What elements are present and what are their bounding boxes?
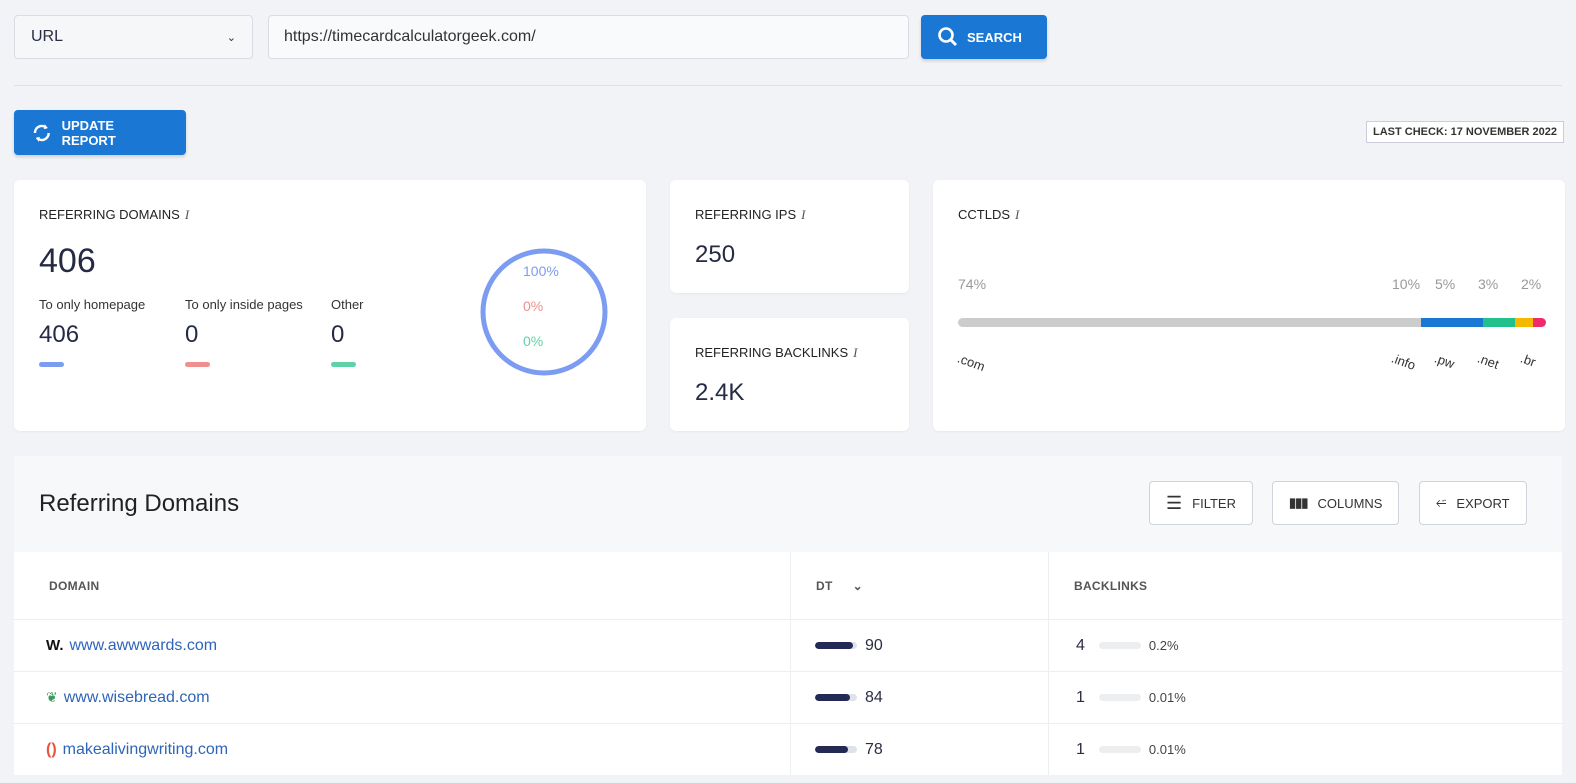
table-title: Referring Domains [39,490,240,517]
chevron-down-icon: ⌄ [226,31,236,44]
backlinks-share-bar [1098,642,1141,649]
header-domain[interactable]: DOMAIN [49,552,99,619]
tld-pct: 3% [1478,276,1499,292]
filter-icon: ☰ [1166,492,1183,513]
table-row: W. www.awwwards.com 90 4 0.2% [14,619,1562,671]
info-icon[interactable]: i [1015,207,1019,222]
dt-bar [815,746,857,753]
breakdown-label: To only homepage [39,297,146,312]
dt-value: 90 [865,636,883,654]
filter-button[interactable]: ☰ FILTER [1149,481,1253,525]
tld-bar [958,318,1546,327]
tld-pct: 10% [1392,276,1421,292]
table-row: () makealivingwriting.com 78 1 0.01% [14,723,1562,775]
breakdown-label: Other [331,297,364,312]
dt-value: 84 [865,688,883,706]
tld-label: .info [1389,350,1418,373]
site-favicon-icon: ❦ [46,688,58,705]
backlinks-count: 1 [1076,688,1085,706]
backlinks-share-bar [1098,746,1141,753]
breakdown-value: 406 [39,321,80,348]
backlinks-share: 0.2% [1148,638,1179,653]
backlinks-share: 0.01% [1148,690,1186,705]
last-check-badge: LAST CHECK: 17 NOVEMBER 2022 [1366,121,1564,143]
sort-chevron-icon: ⌄ [852,578,863,593]
breakdown-bar [331,362,356,367]
tld-segment [958,318,1421,327]
dt-bar [815,642,857,649]
header-dt[interactable]: DT ⌄ [790,552,1048,619]
donut-label-inside: 0% [523,298,544,314]
info-icon[interactable]: i [853,345,857,360]
breakdown-value: 0 [331,321,345,348]
breakdown-label: To only inside pages [185,297,303,312]
tld-pct: 5% [1435,276,1456,292]
export-button[interactable]: ⭁ EXPORT [1419,481,1527,525]
tld-segment [1420,318,1484,327]
upload-icon: ⭁ [1436,495,1447,510]
tld-label: .net [1475,350,1501,372]
card-title: REFERRING DOMAINS [39,207,180,222]
info-icon[interactable]: i [185,207,189,222]
search-icon [938,27,958,47]
tld-segment [1533,318,1546,327]
header-backlinks[interactable]: BACKLINKS [1048,552,1147,619]
backlinks-value: 2.4K [695,379,745,406]
tld-segment [1483,318,1515,327]
breakdown-value: 0 [185,321,199,348]
search-button[interactable]: SEARCH [921,15,1047,59]
breakdown-bar [39,362,64,367]
divider [14,85,1562,86]
tld-label: .com [955,350,988,375]
domain-link[interactable]: www.awwwards.com [70,637,218,655]
refresh-icon [33,123,50,142]
update-report-button[interactable]: UPDATE REPORT [14,110,186,155]
tld-label: .pw [1432,350,1457,372]
backlinks-share-bar [1098,694,1141,701]
donut-label-other: 0% [523,333,544,349]
referring-ips-card: REFERRING IPS i 250 [670,180,909,293]
ips-value: 250 [695,241,736,268]
columns-button[interactable]: ▮▮▮ COLUMNS [1272,481,1400,525]
tld-label: .br [1518,350,1538,370]
site-favicon-icon: W. [46,636,64,654]
referring-backlinks-card: REFERRING BACKLINKS i 2.4K [670,318,909,431]
table-row: ❦ www.wisebread.com 84 1 0.01% [14,671,1562,723]
dt-bar [815,694,857,701]
domain-link[interactable]: makealivingwriting.com [63,741,228,759]
dt-value: 78 [865,740,883,758]
backlinks-count: 1 [1076,740,1085,758]
total-value: 406 [39,242,96,280]
referring-domains-card: REFERRING DOMAINS i 406 To only homepage … [14,180,646,431]
tld-segment [1514,318,1534,327]
info-icon[interactable]: i [801,207,805,222]
tld-pct: 74% [958,276,987,292]
table-header-row: DOMAIN DT ⌄ BACKLINKS [14,552,1562,619]
columns-icon: ▮▮▮ [1289,495,1308,510]
domain-link[interactable]: www.wisebread.com [64,689,210,707]
backlinks-count: 4 [1076,636,1085,654]
cctlds-card: CCTLDS i 74% .com 10% .info 5% .pw 3% .net 2%… [933,180,1565,431]
tld-pct: 2% [1521,276,1542,292]
url-input[interactable] [268,15,909,59]
backlinks-share: 0.01% [1148,742,1186,757]
site-favicon-icon: () [46,740,57,758]
search-type-select[interactable]: URL ⌄ [14,15,253,59]
donut-label-homepage: 100% [523,263,559,279]
breakdown-bar [185,362,210,367]
